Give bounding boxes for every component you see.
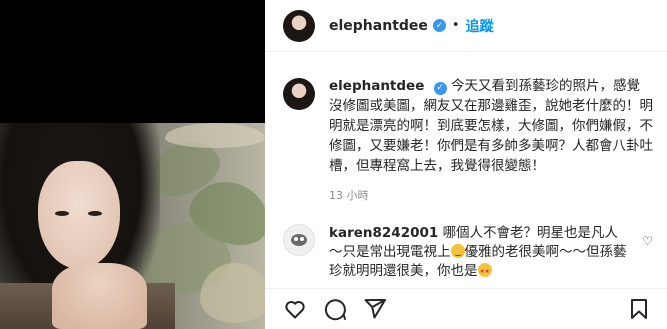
author-username[interactable]: elephantdee bbox=[329, 18, 428, 34]
comment-item: karen8242001 哪個人不會老？明星也是凡人～只是常出現電視上 優雅的老很… bbox=[283, 224, 653, 281]
post-panel: elephantdee ✓ • 追蹤 elephantdee ✓ 今天又看到孫藝… bbox=[265, 0, 667, 329]
post-header: elephantdee ✓ • 追蹤 bbox=[265, 0, 667, 52]
caption-avatar[interactable] bbox=[283, 78, 315, 110]
commenter-username[interactable]: karen8242001 bbox=[329, 225, 438, 241]
star-struck-emoji-icon bbox=[477, 262, 492, 281]
bookmark-icon[interactable] bbox=[627, 297, 651, 321]
verified-badge-icon: ✓ bbox=[433, 81, 447, 95]
caption-username[interactable]: elephantdee bbox=[329, 78, 424, 94]
caption-timestamp[interactable]: 13 小時 bbox=[329, 186, 653, 206]
comment-body: karen8242001 哪個人不會老？明星也是凡人～只是常出現電視上 優雅的老很… bbox=[329, 224, 629, 281]
author-avatar[interactable] bbox=[283, 9, 315, 42]
caption: elephantdee ✓ 今天又看到孫藝珍的照片，感覺沒修圖或美圖，網友又在那… bbox=[283, 76, 653, 206]
follow-button[interactable]: 追蹤 bbox=[466, 16, 494, 36]
commenter-avatar[interactable] bbox=[283, 224, 315, 256]
comments-section: elephantdee ✓ 今天又看到孫藝珍的照片，感覺沒修圖或美圖，網友又在那… bbox=[265, 52, 667, 288]
post-actions bbox=[265, 288, 667, 329]
heart-icon[interactable] bbox=[283, 297, 307, 321]
smiling-face-emoji-icon bbox=[450, 244, 465, 258]
caption-body: elephantdee ✓ 今天又看到孫藝珍的照片，感覺沒修圖或美圖，網友又在那… bbox=[329, 76, 653, 206]
verified-badge-icon: ✓ bbox=[432, 19, 446, 32]
post-photo bbox=[0, 123, 265, 329]
post-media[interactable] bbox=[0, 0, 265, 329]
share-icon[interactable] bbox=[363, 297, 387, 321]
comment-icon[interactable] bbox=[323, 297, 347, 321]
comment-like-heart-icon[interactable]: ♡ bbox=[642, 234, 653, 248]
separator-dot: • bbox=[451, 18, 460, 33]
